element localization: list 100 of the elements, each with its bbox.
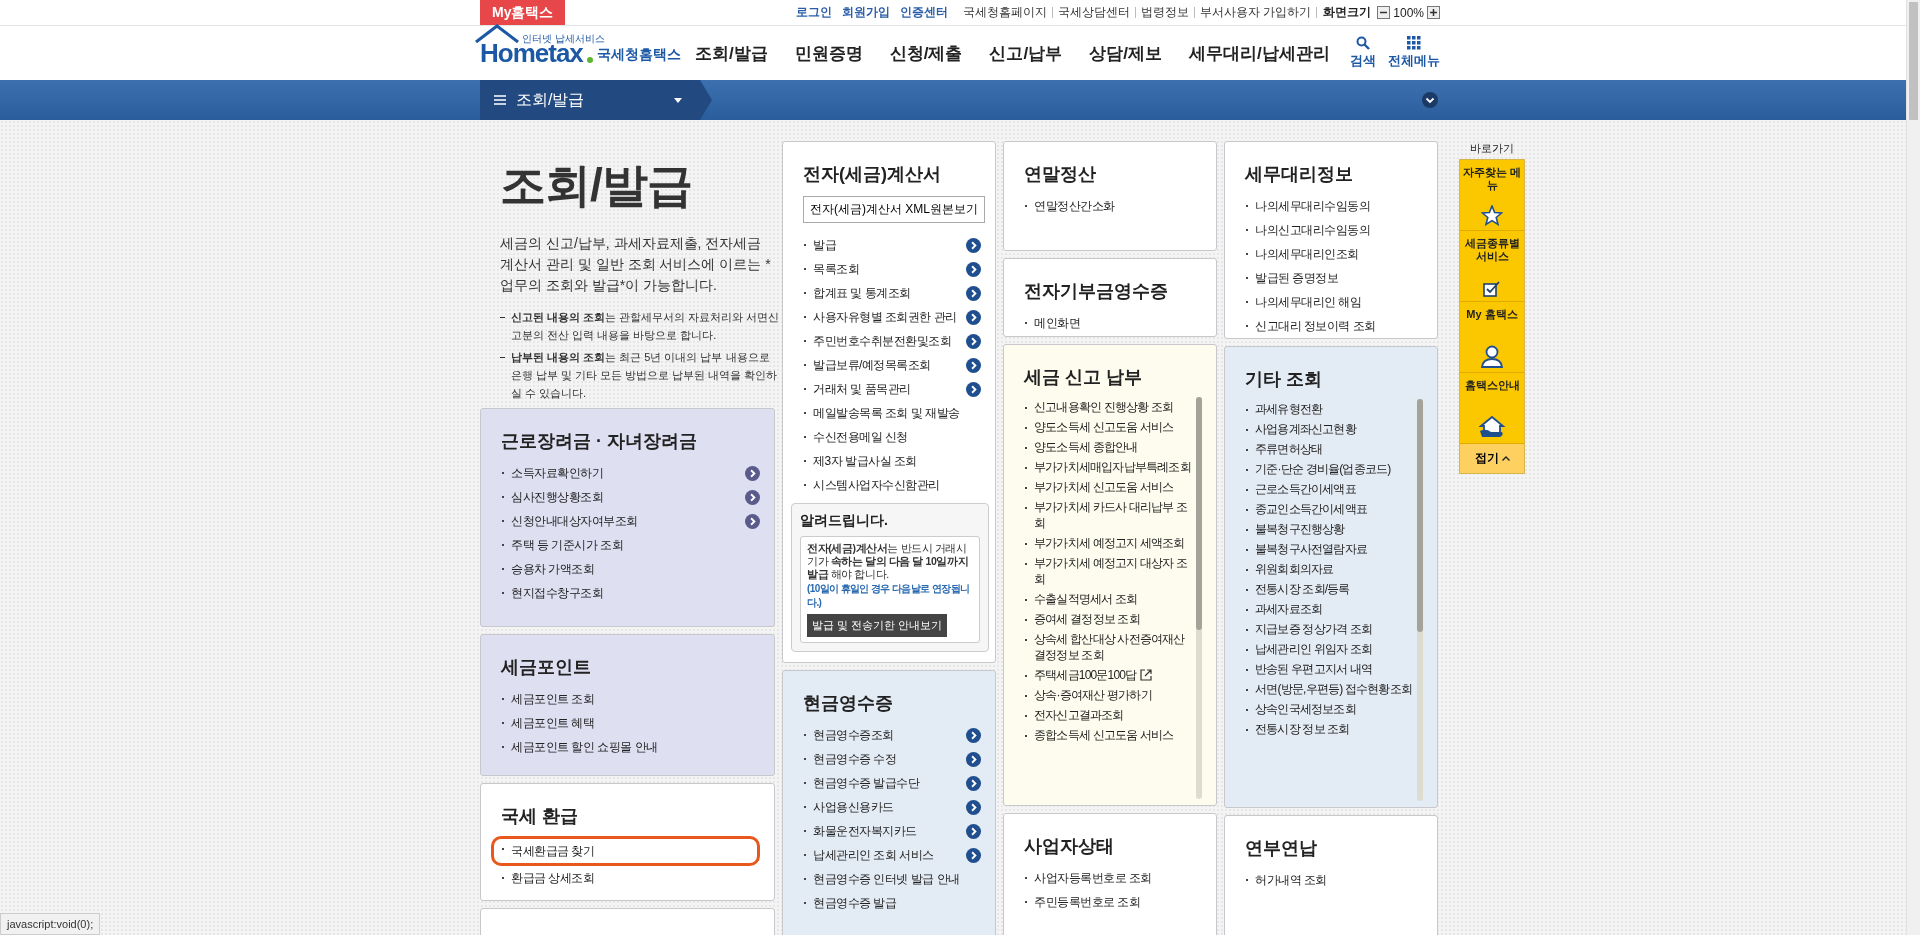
main-menu-item[interactable]: 신청/제출	[889, 41, 963, 65]
menu-link[interactable]: 양도소득세 종합안내	[1024, 437, 1192, 457]
zoom-out-button[interactable]	[1377, 6, 1391, 19]
menu-link[interactable]: 심사진행상황조회	[501, 485, 760, 509]
menu-link[interactable]: 납세관리인 위임자 조회	[1245, 639, 1413, 659]
menu-link[interactable]: 목록조회	[803, 257, 981, 281]
menu-link[interactable]: 나의세무대리수임동의	[1245, 194, 1423, 218]
site-link[interactable]: 국세청홈페이지	[957, 7, 1052, 18]
quick-link[interactable]: My 홈택스	[1460, 302, 1524, 373]
page-scrollbar[interactable]	[1906, 0, 1920, 935]
zoom-in-button[interactable]	[1427, 6, 1440, 19]
menu-link[interactable]: 양도소득세 신고도움 서비스	[1024, 417, 1192, 437]
menu-link[interactable]: 합계표 및 통계조회	[803, 281, 981, 305]
menu-link[interactable]: 증여세 결정정보 조회	[1024, 609, 1192, 629]
scrollbar[interactable]	[1417, 399, 1423, 801]
menu-link[interactable]: 상속·증여재산 평가하기	[1024, 685, 1192, 705]
menu-link[interactable]: 발급된 증명정보	[1245, 266, 1423, 290]
menu-link[interactable]: 위원회회의자료	[1245, 559, 1413, 579]
menu-link[interactable]: 반송된 우편고지서 내역	[1245, 659, 1413, 679]
menu-link[interactable]: 나의세무대리인조회	[1245, 242, 1423, 266]
quick-link[interactable]: 홈택스안내	[1460, 373, 1524, 444]
menu-link[interactable]: 현지접수창구조회	[501, 581, 760, 605]
menu-link[interactable]: 부가가치세 예정고지 대상자 조회	[1024, 553, 1192, 589]
search-button[interactable]: 검색	[1350, 36, 1376, 70]
menu-link[interactable]: 주택세금100문100답	[1024, 665, 1192, 685]
menu-link[interactable]: 현금영수증 발급수단	[803, 771, 981, 795]
menu-link[interactable]: 거래처 및 품목관리	[803, 377, 981, 401]
menu-link[interactable]: 신청안내대상자여부조회	[501, 509, 760, 533]
main-menu-item[interactable]: 신고/납부	[989, 41, 1063, 65]
menu-link[interactable]: 승용차 가액조회	[501, 557, 760, 581]
main-menu-item[interactable]: 상담/제보	[1089, 41, 1162, 65]
menu-link[interactable]: 현금영수증조회	[803, 723, 981, 747]
menu-link[interactable]: 사업용신용카드	[803, 795, 981, 819]
menu-link[interactable]: 나의세무대리인 해임	[1245, 290, 1423, 314]
menu-link[interactable]: 부가가치세 신고도움 서비스	[1024, 477, 1192, 497]
main-menu-item[interactable]: 세무대리/납세관리	[1188, 41, 1330, 65]
all-menu-button[interactable]: 전체메뉴	[1388, 36, 1440, 70]
menu-link[interactable]: 현금영수증 발급	[803, 891, 981, 915]
menu-link[interactable]: 주류면허상태	[1245, 439, 1413, 459]
menu-link[interactable]: 국세환급금 찾기	[491, 836, 760, 866]
menu-link[interactable]: 부가가치세 예정고지 세액조회	[1024, 533, 1192, 553]
menu-link[interactable]: 신고내용확인 진행상황 조회	[1024, 397, 1192, 417]
menu-link[interactable]: 부가가치세 카드사 대리납부 조회	[1024, 497, 1192, 533]
menu-link[interactable]: 세금포인트 조회	[501, 687, 760, 711]
menu-link[interactable]: 시스템사업자수신함관리	[803, 473, 981, 497]
menu-link[interactable]: 전통시장 조회/등록	[1245, 579, 1413, 599]
menu-link[interactable]: 수신전용메일 신청	[803, 425, 981, 449]
menu-link[interactable]: 지급보증 정상가격 조회	[1245, 619, 1413, 639]
menu-link[interactable]: 수출실적명세서 조회	[1024, 589, 1192, 609]
menu-link[interactable]: 나의신고대리수임동의	[1245, 218, 1423, 242]
account-link[interactable]: 회원가입	[841, 4, 890, 21]
quick-link[interactable]: 세금종류별 서비스	[1460, 231, 1524, 302]
menu-link[interactable]: 상속인국세정보조회	[1245, 699, 1413, 719]
menu-link[interactable]: 발급	[803, 233, 981, 257]
site-link[interactable]: 국세상담센터	[1051, 7, 1135, 18]
quick-link[interactable]: 자주찾는 메뉴	[1460, 160, 1524, 231]
main-menu-item[interactable]: 민원증명	[794, 41, 863, 65]
menu-link[interactable]: 상속세 합산대상 사전증여재산 결정정보 조회	[1024, 629, 1192, 665]
menu-link[interactable]: 세금포인트 혜택	[501, 711, 760, 735]
account-link[interactable]: 로그인	[795, 4, 832, 21]
menu-link[interactable]: 과세자료조회	[1245, 599, 1413, 619]
menu-link[interactable]: 납세관리인 조회 서비스	[803, 843, 981, 867]
xml-view-button[interactable]: 전자(세금)계산서 XML원본보기	[803, 196, 985, 223]
menu-link[interactable]: 전자신고결과조회	[1024, 705, 1192, 725]
scrollbar[interactable]	[1196, 397, 1202, 799]
collapse-button[interactable]: 접기	[1460, 444, 1524, 473]
site-link[interactable]: 법령정보	[1134, 7, 1194, 18]
guide-button[interactable]: 발급 및 전송기한 안내보기	[807, 614, 948, 637]
menu-link[interactable]: 종교인소득간이세액표	[1245, 499, 1413, 519]
menu-link[interactable]: 불복청구진행상황	[1245, 519, 1413, 539]
menu-link[interactable]: 발급보류/예정목록조회	[803, 353, 981, 377]
menu-link[interactable]: 기준·단순 경비율(업종코드)	[1245, 459, 1413, 479]
menu-link[interactable]: 주민번호수취분전환및조회	[803, 329, 981, 353]
account-link[interactable]: 인증센터	[899, 4, 948, 21]
expand-icon[interactable]	[1422, 92, 1438, 108]
menu-link[interactable]: 부가가치세매입자납부특례조회	[1024, 457, 1192, 477]
menu-link[interactable]: 불복청구사전열람자료	[1245, 539, 1413, 559]
my-hometax-tab[interactable]: My홈택스	[480, 0, 566, 25]
site-link[interactable]: 부서사용자 가입하기	[1193, 7, 1317, 18]
menu-link[interactable]: 전통시장 정보 조회	[1245, 719, 1413, 739]
menu-link[interactable]: 사업자등록번호로 조회	[1024, 866, 1202, 890]
menu-link[interactable]: 주택 등 기준시가 조회	[501, 533, 760, 557]
menu-link[interactable]: 사용자유형별 조회권한 관리	[803, 305, 981, 329]
menu-link[interactable]: 서면(방문,우편등) 접수현황조회	[1245, 679, 1413, 699]
menu-link[interactable]: 주민등록번호로 조회	[1024, 890, 1202, 914]
menu-link[interactable]: 허가내역 조회	[1245, 868, 1423, 892]
menu-link[interactable]: 현금영수증 인터넷 발급 안내	[803, 867, 981, 891]
menu-link[interactable]: 제3자 발급사실 조회	[803, 449, 981, 473]
menu-link[interactable]: 과세유형전환	[1245, 399, 1413, 419]
section-menu-button[interactable]: 조회/발급	[480, 80, 700, 120]
menu-link[interactable]: 환급금 상세조회	[501, 866, 760, 890]
menu-link[interactable]: 현금영수증 수정	[803, 747, 981, 771]
menu-link[interactable]: 사업용계좌신고현황	[1245, 419, 1413, 439]
menu-link[interactable]: 근로소득간이세액표	[1245, 479, 1413, 499]
menu-link[interactable]: 메인화면	[1024, 311, 1202, 335]
menu-link[interactable]: 화물운전자복지카드	[803, 819, 981, 843]
menu-link[interactable]: 연말정산간소화	[1024, 194, 1202, 218]
menu-link[interactable]: 소득자료확인하기	[501, 461, 760, 485]
menu-link[interactable]: 메일발송목록 조회 및 재발송	[803, 401, 981, 425]
menu-link[interactable]: 신고대리 정보이력 조회	[1245, 314, 1423, 338]
